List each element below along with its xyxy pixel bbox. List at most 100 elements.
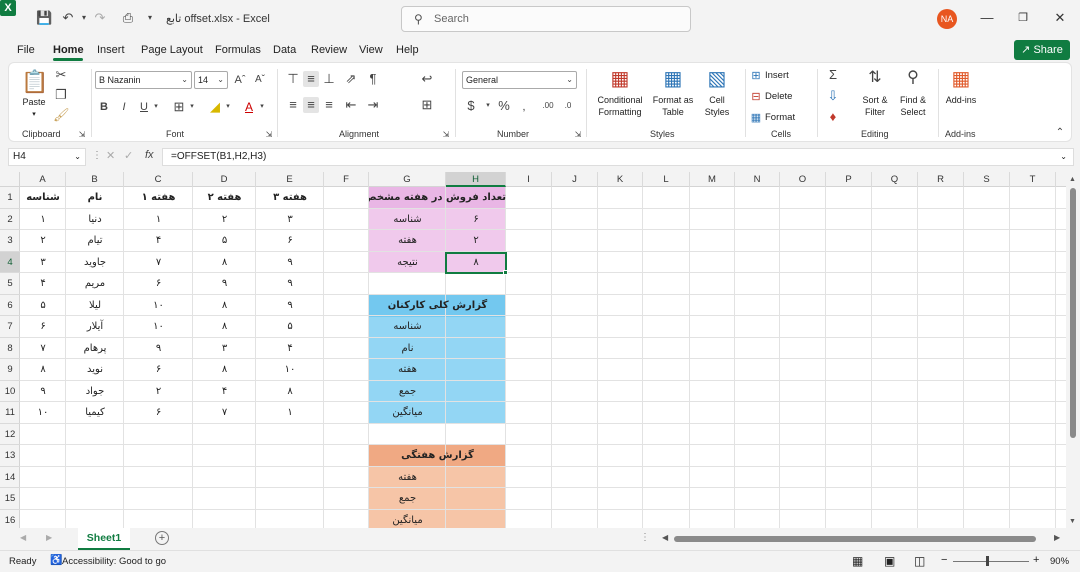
table-cell[interactable]: ۲ — [193, 209, 256, 230]
currency-icon[interactable]: $ — [464, 98, 478, 114]
table-cell[interactable]: ۲ — [124, 381, 193, 402]
column-header-g[interactable]: G — [369, 172, 446, 187]
table-cell[interactable]: ۱ — [124, 209, 193, 230]
row-header-13[interactable]: 13 — [0, 445, 20, 467]
delete-cells-button[interactable]: Delete — [765, 91, 792, 102]
copy-icon[interactable]: ❐ — [53, 87, 69, 103]
insert-cells-button[interactable]: Insert — [765, 70, 789, 81]
table-cell[interactable]: جواد — [66, 381, 124, 402]
number-format-combo[interactable]: General ⌄ — [462, 71, 577, 89]
rtl-direction-icon[interactable]: ¶ — [365, 71, 381, 87]
add-sheet-icon[interactable]: + — [155, 531, 169, 545]
sort-filter-label-2[interactable]: Filter — [855, 107, 895, 118]
column-header-t[interactable]: T — [1010, 172, 1056, 187]
name-box[interactable]: H4 ⌄ — [8, 148, 86, 166]
box1-label[interactable]: نتیجه — [369, 252, 446, 273]
table-cell[interactable]: کیمیا — [66, 402, 124, 423]
italic-icon[interactable]: I — [117, 99, 131, 115]
align-top-icon[interactable]: ⊤ — [285, 71, 301, 87]
table-cell[interactable]: ۸ — [256, 381, 324, 402]
orientation-icon[interactable]: ⇗ — [343, 71, 359, 87]
row-header-9[interactable]: 9 — [0, 359, 20, 381]
table-header-cell[interactable]: شناسه — [20, 187, 66, 208]
scroll-right-icon[interactable]: ▶ — [1054, 533, 1060, 542]
column-header-s[interactable]: S — [964, 172, 1010, 187]
table-cell[interactable]: ۹ — [256, 295, 324, 316]
table-cell[interactable]: ۷ — [193, 402, 256, 423]
table-cell[interactable]: ۵ — [193, 230, 256, 251]
table-cell[interactable]: ۶ — [20, 316, 66, 337]
box2-label[interactable]: جمع — [369, 381, 446, 402]
table-cell[interactable]: ۴ — [124, 230, 193, 251]
font-color-icon[interactable]: A — [241, 99, 257, 115]
decrease-font-icon[interactable]: Aˇ — [253, 72, 267, 88]
column-header-e[interactable]: E — [256, 172, 324, 187]
search-input[interactable]: ⚲ Search — [401, 6, 691, 32]
table-cell[interactable]: تیام — [66, 230, 124, 251]
column-header-n[interactable]: N — [735, 172, 780, 187]
table-cell[interactable]: ۴ — [193, 381, 256, 402]
find-select-icon[interactable]: ⚲ — [901, 67, 925, 89]
scroll-down-icon[interactable]: ▼ — [1069, 518, 1076, 525]
accessibility-status[interactable]: Accessibility: Good to go — [62, 556, 166, 567]
paste-dropdown-icon[interactable]: ▾ — [29, 109, 39, 120]
conditional-formatting-icon[interactable]: ▦ — [608, 67, 632, 91]
customize-toolbar-icon[interactable]: ▾ — [142, 10, 158, 26]
table-cell[interactable]: ۳ — [20, 252, 66, 273]
clear-icon[interactable]: ♦ — [825, 109, 841, 125]
collapse-ribbon-icon[interactable]: ⌃ — [1053, 125, 1067, 141]
table-cell[interactable]: ۱۰ — [124, 295, 193, 316]
table-cell[interactable]: ۱۰ — [20, 402, 66, 423]
zoom-slider[interactable] — [953, 561, 1029, 562]
row-header-16[interactable]: 16 — [0, 510, 20, 529]
row-header-10[interactable]: 10 — [0, 381, 20, 402]
box2-title[interactable]: گزارش کلی کارکنان — [369, 295, 506, 316]
worksheet-grid[interactable]: شناسه نام هفته ۱ هفته ۲ هفته ۳ ۱ دنیا ۱ ۲ ۳ ۲ تیام ۴… — [0, 172, 1066, 528]
wrap-text-icon[interactable]: ↩ — [419, 71, 435, 87]
undo-icon[interactable]: ↶ — [60, 10, 76, 26]
table-cell[interactable]: ۱۰ — [256, 359, 324, 380]
find-select-label-2[interactable]: Select — [893, 107, 933, 118]
box3-label[interactable]: هفته — [369, 467, 446, 488]
delete-cells-icon[interactable]: ⊟ — [749, 89, 763, 105]
table-cell[interactable]: ۳ — [193, 338, 256, 359]
format-as-table-label-2[interactable]: Table — [649, 107, 697, 118]
page-break-view-icon[interactable]: ◫ — [914, 554, 925, 568]
format-cells-button[interactable]: Format — [765, 112, 795, 123]
table-header-cell[interactable]: نام — [66, 187, 124, 208]
add-ins-icon[interactable]: ▦ — [949, 67, 973, 91]
comma-style-icon[interactable]: ‚ — [517, 98, 531, 114]
prev-sheet-icon[interactable]: ◀ — [20, 533, 26, 542]
table-cell[interactable]: ۱ — [256, 402, 324, 423]
restore-icon[interactable]: ❐ — [1013, 8, 1033, 28]
horizontal-scroll-thumb[interactable] — [674, 536, 1036, 542]
table-cell[interactable]: ۲ — [20, 230, 66, 251]
decrease-indent-icon[interactable]: ⇤ — [343, 97, 359, 113]
table-header-cell[interactable]: هفته ۳ — [256, 187, 324, 208]
align-left-icon[interactable]: ≡ — [285, 97, 301, 113]
close-icon[interactable]: ✕ — [1050, 8, 1070, 28]
merge-center-icon[interactable]: ⊞ — [419, 97, 435, 113]
font-name-combo[interactable]: B Nazanin ⌄ — [95, 71, 192, 89]
fill-down-icon[interactable]: ⇩ — [825, 88, 841, 104]
column-header-c[interactable]: C — [124, 172, 193, 187]
tab-file[interactable]: File — [17, 44, 35, 56]
table-header-cell[interactable]: هفته ۲ — [193, 187, 256, 208]
increase-indent-icon[interactable]: ⇥ — [365, 97, 381, 113]
table-cell[interactable]: ۸ — [193, 252, 256, 273]
table-cell[interactable]: ۶ — [124, 359, 193, 380]
table-cell[interactable]: ۱۰ — [124, 316, 193, 337]
box1-value[interactable]: ۲ — [446, 230, 506, 251]
tab-data[interactable]: Data — [273, 44, 296, 56]
table-cell[interactable]: دنیا — [66, 209, 124, 230]
table-cell[interactable]: آیلار — [66, 316, 124, 337]
column-header-b[interactable]: B — [66, 172, 124, 187]
bold-icon[interactable]: B — [97, 99, 111, 115]
row-header-14[interactable]: 14 — [0, 467, 20, 488]
vertical-scrollbar[interactable]: ▲ ▼ — [1066, 172, 1080, 528]
column-header-r[interactable]: R — [918, 172, 964, 187]
underline-icon[interactable]: U — [137, 99, 151, 115]
table-cell[interactable]: ۶ — [256, 230, 324, 251]
box2-label[interactable]: شناسه — [369, 316, 446, 337]
align-center-icon[interactable]: ≡ — [303, 97, 319, 113]
